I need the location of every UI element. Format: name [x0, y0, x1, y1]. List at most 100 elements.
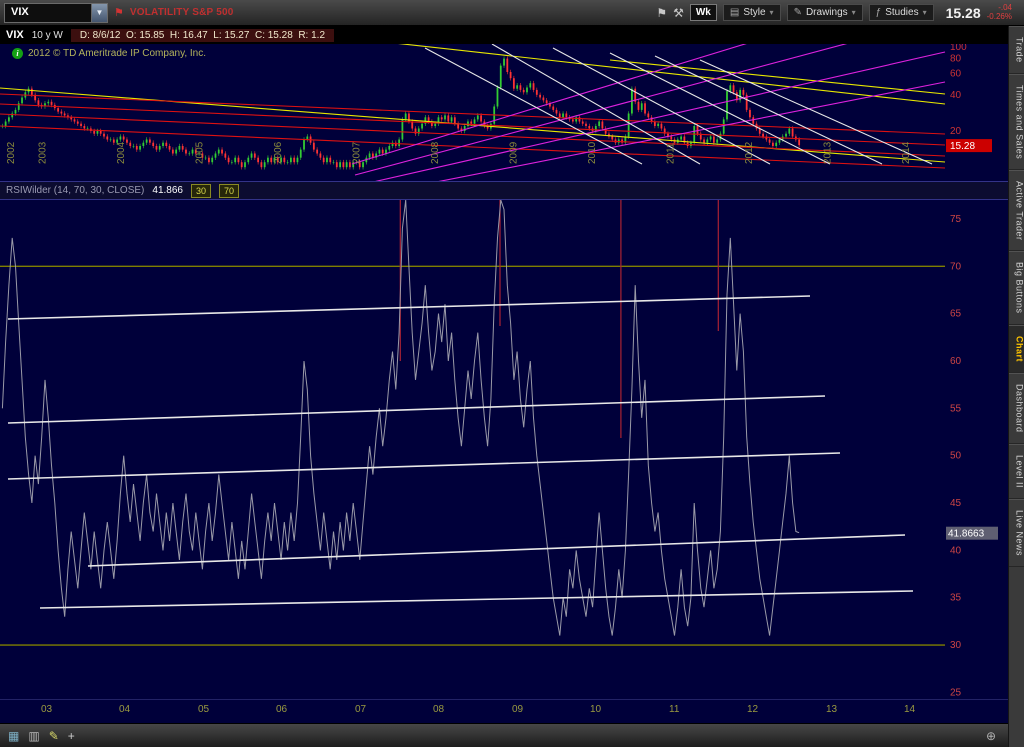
svg-text:2005: 2005: [195, 141, 206, 164]
study-name: RSIWilder (14, 70, 30, CLOSE): [6, 185, 144, 196]
x-axis-label: 06: [276, 704, 287, 715]
svg-text:25: 25: [950, 687, 962, 698]
symbol-value: VIX: [5, 4, 91, 22]
chevron-down-icon: ▾: [770, 8, 774, 17]
svg-text:2006: 2006: [273, 141, 284, 164]
symbol-dropdown-button[interactable]: ▼: [91, 4, 107, 22]
x-axis-label: 14: [904, 704, 915, 715]
studies-button[interactable]: ƒ Studies ▾: [869, 4, 934, 21]
top-toolbar: VIX ▼ ⚑ VOLATILITY S&P 500 ⚑ ⚒ Wk ▤ Styl…: [0, 0, 1024, 26]
x-axis-label: 03: [41, 704, 52, 715]
svg-text:100: 100: [950, 44, 967, 53]
svg-text:2003: 2003: [38, 141, 49, 164]
bottom-toolbar-left: ▦ ▥ ✎ +: [8, 730, 75, 742]
bottom-toolbar-right: ⊕: [986, 730, 996, 742]
bottom-toolbar: ▦ ▥ ✎ + ⊕: [0, 723, 1024, 747]
sidebar-tabs: TradeTimes and SalesActive TraderBig But…: [1009, 26, 1024, 567]
flag-icon[interactable]: ⚑: [656, 6, 667, 20]
drawings-icon: ✎: [794, 7, 802, 18]
price-chart-canvas[interactable]: 2002 2003 2004 2005 2006 2007 2008 2009 2010 2011…: [0, 44, 1008, 181]
studies-label: Studies: [885, 7, 918, 18]
price-change-block: -.04 -0.26%: [987, 4, 1012, 22]
svg-text:2011: 2011: [666, 142, 677, 164]
copyright-text: 2012 © TD Ameritrade IP Company, Inc.: [28, 48, 206, 59]
x-axis-label: 10: [590, 704, 601, 715]
symbol-input[interactable]: VIX ▼: [4, 3, 108, 23]
style-button[interactable]: ▤ Style ▾: [723, 4, 781, 21]
svg-text:55: 55: [950, 403, 962, 414]
thinkorswim-window: VIX ▼ ⚑ VOLATILITY S&P 500 ⚑ ⚒ Wk ▤ Styl…: [0, 0, 1024, 747]
price-chart-panel[interactable]: i 2012 © TD Ameritrade IP Company, Inc. …: [0, 44, 1008, 181]
sidebar-tab-big-buttons[interactable]: Big Buttons: [1009, 251, 1024, 325]
crosshair-icon[interactable]: +: [68, 730, 75, 742]
svg-text:15.28: 15.28: [950, 141, 975, 152]
copyright-note: i 2012 © TD Ameritrade IP Company, Inc.: [12, 48, 206, 59]
sidebar-tab-dashboard[interactable]: Dashboard: [1009, 373, 1024, 444]
ohlc-values: D: 8/6/12 O: 15.85 H: 16.47 L: 15.27 C: …: [71, 29, 334, 42]
svg-text:75: 75: [950, 214, 962, 225]
svg-text:2014: 2014: [901, 141, 912, 164]
study-value: 41.866: [152, 185, 183, 196]
clock-icon[interactable]: ⊕: [986, 730, 996, 742]
svg-text:41.8663: 41.8663: [948, 529, 985, 540]
grid-layout-icon[interactable]: ▦: [8, 730, 19, 742]
x-axis-label: 08: [433, 704, 444, 715]
svg-text:2008: 2008: [430, 141, 441, 164]
svg-text:40: 40: [950, 545, 962, 556]
study-high-level-box[interactable]: 70: [219, 184, 239, 198]
svg-text:2007: 2007: [352, 141, 363, 164]
price-block: 15.28 -.04 -0.26%: [946, 4, 1012, 22]
sidebar-tab-level-ii[interactable]: Level II: [1009, 444, 1024, 499]
x-axis-label: 04: [119, 704, 130, 715]
study-low-level-box[interactable]: 30: [191, 184, 211, 198]
svg-text:30: 30: [950, 640, 962, 651]
svg-text:40: 40: [950, 90, 962, 101]
svg-text:80: 80: [950, 54, 962, 65]
symbol-description: VOLATILITY S&P 500: [130, 7, 234, 18]
svg-text:60: 60: [950, 356, 962, 367]
timeframe-button[interactable]: Wk: [690, 4, 717, 21]
svg-text:70: 70: [950, 261, 962, 272]
rsi-chart-canvas[interactable]: 75 70 65 60 55 50 45 40 35 30 25 41.8663: [0, 200, 1008, 700]
gadget-sidebar: TradeTimes and SalesActive TraderBig But…: [1008, 26, 1024, 747]
svg-text:60: 60: [950, 69, 962, 80]
sidebar-tab-live-news[interactable]: Live News: [1009, 499, 1024, 567]
chevron-down-icon: ▾: [852, 8, 856, 17]
style-label: Style: [743, 7, 765, 18]
sidebar-tab-chart[interactable]: Chart: [1009, 325, 1024, 373]
svg-text:65: 65: [950, 309, 962, 320]
svg-text:45: 45: [950, 498, 962, 509]
svg-text:2002: 2002: [6, 141, 17, 164]
x-axis-label: 12: [747, 704, 758, 715]
x-axis-label: 07: [355, 704, 366, 715]
sidebar-tab-times-and-sales[interactable]: Times and Sales: [1009, 74, 1024, 170]
style-icon: ▤: [730, 7, 739, 18]
svg-text:35: 35: [950, 593, 962, 604]
svg-text:2009: 2009: [509, 141, 520, 164]
tools-icon[interactable]: ⚒: [673, 6, 684, 20]
x-axis-label: 11: [669, 704, 679, 715]
last-price: 15.28: [946, 5, 981, 21]
svg-text:20: 20: [950, 126, 962, 137]
time-axis: 03 04 05 06 07 08 09 10 11 12 13 14: [0, 699, 1008, 723]
ohlc-bar: VIX 10 y W D: 8/6/12 O: 15.85 H: 16.47 L…: [0, 26, 1008, 44]
x-axis-label: 05: [198, 704, 209, 715]
studies-icon: ƒ: [876, 7, 882, 18]
rsi-chart-panel[interactable]: 75 70 65 60 55 50 45 40 35 30 25 41.8663: [0, 199, 1008, 699]
sidebar-tab-active-trader[interactable]: Active Trader: [1009, 170, 1024, 252]
chart-style-icon[interactable]: ▥: [28, 730, 39, 742]
svg-text:2004: 2004: [116, 141, 127, 164]
svg-text:2010: 2010: [587, 141, 598, 164]
sidebar-tab-trade[interactable]: Trade: [1009, 26, 1024, 74]
svg-text:2013: 2013: [823, 141, 834, 164]
x-axis-label: 09: [512, 704, 523, 715]
ohlc-range: 10 y W: [32, 30, 63, 41]
pencil-icon[interactable]: ✎: [49, 730, 59, 742]
svg-text:2012: 2012: [744, 141, 755, 164]
svg-text:50: 50: [950, 451, 962, 462]
drawings-button[interactable]: ✎ Drawings ▾: [787, 4, 863, 21]
study-header: RSIWilder (14, 70, 30, CLOSE) 41.866 30 …: [0, 181, 1008, 199]
info-icon: i: [12, 48, 23, 59]
x-axis-label: 13: [826, 704, 837, 715]
price-change-pct: -0.26%: [987, 13, 1012, 22]
